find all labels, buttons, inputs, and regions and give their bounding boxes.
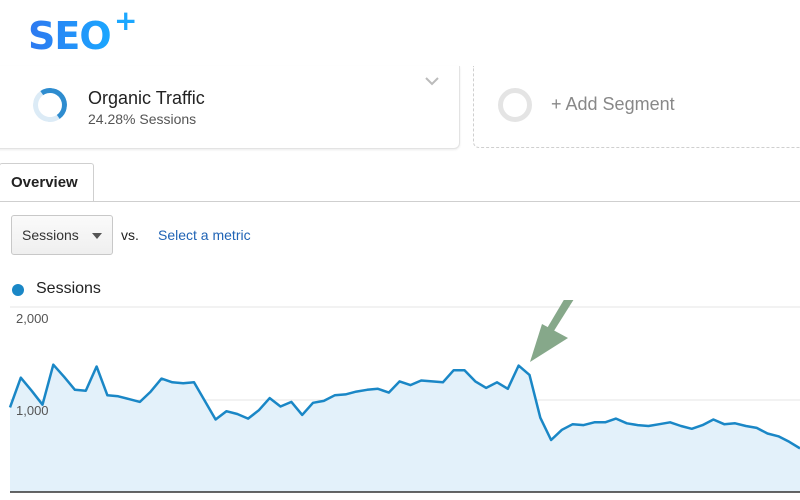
data-point-64[interactable]: [700, 422, 706, 428]
data-point-72[interactable]: [786, 439, 792, 445]
data-point-70[interactable]: [765, 431, 771, 437]
ytick-2000: 2,000: [16, 311, 49, 326]
data-point-32[interactable]: [353, 389, 359, 395]
data-point-65[interactable]: [710, 417, 716, 423]
data-point-11[interactable]: [126, 396, 132, 402]
data-point-58[interactable]: [635, 422, 641, 428]
data-point-59[interactable]: [646, 423, 652, 429]
data-point-46[interactable]: [505, 386, 511, 392]
data-point-55[interactable]: [602, 419, 608, 425]
segment-ring-icon: [30, 85, 70, 125]
segment-card-organic-traffic[interactable]: Organic Traffic 24.28% Sessions: [0, 66, 460, 149]
segment-placeholder-ring-icon: [498, 88, 532, 122]
data-point-41[interactable]: [451, 367, 457, 373]
add-segment-label: + Add Segment: [551, 94, 675, 114]
tab-divider: [0, 201, 800, 202]
caret-down-icon: [92, 233, 102, 239]
data-point-54[interactable]: [591, 419, 597, 425]
data-point-24[interactable]: [267, 395, 273, 401]
data-point-60[interactable]: [656, 421, 662, 427]
select-metric-link[interactable]: Select a metric: [158, 227, 251, 243]
data-point-6[interactable]: [72, 387, 78, 393]
data-point-5[interactable]: [61, 374, 67, 380]
data-point-10[interactable]: [115, 393, 121, 399]
data-point-53[interactable]: [581, 422, 587, 428]
data-point-23[interactable]: [256, 407, 262, 413]
sessions-chart[interactable]: 2,000 1,000: [0, 300, 800, 500]
data-point-22[interactable]: [245, 416, 251, 422]
logo-plus: +: [114, 4, 138, 37]
seo-plus-logo: SEO +: [28, 4, 137, 58]
data-point-30[interactable]: [332, 392, 338, 398]
metric-select-label: Sessions: [22, 227, 79, 243]
data-point-63[interactable]: [689, 426, 695, 432]
data-point-45[interactable]: [494, 379, 500, 385]
data-point-67[interactable]: [732, 420, 738, 426]
data-point-31[interactable]: [343, 391, 349, 397]
data-point-62[interactable]: [678, 423, 684, 429]
data-point-26[interactable]: [288, 399, 294, 405]
data-point-7[interactable]: [83, 388, 89, 394]
segment-title: Organic Traffic: [88, 88, 205, 108]
data-point-16[interactable]: [180, 380, 186, 386]
data-point-68[interactable]: [743, 423, 749, 429]
data-point-71[interactable]: [775, 433, 781, 439]
tab-overview-label: Overview: [11, 174, 78, 191]
data-point-34[interactable]: [375, 386, 381, 392]
data-point-13[interactable]: [148, 389, 154, 395]
data-point-49[interactable]: [537, 415, 543, 421]
data-point-51[interactable]: [559, 427, 565, 433]
logo-text: SEO: [28, 14, 112, 58]
data-point-18[interactable]: [202, 398, 208, 404]
data-point-61[interactable]: [667, 419, 673, 425]
data-point-47[interactable]: [516, 363, 522, 369]
data-point-42[interactable]: [462, 367, 468, 373]
data-point-9[interactable]: [104, 392, 110, 398]
annotation-arrow: [530, 300, 574, 362]
data-point-35[interactable]: [386, 390, 392, 396]
data-point-27[interactable]: [299, 412, 305, 418]
legend-label: Sessions: [36, 280, 101, 297]
vs-label: vs.: [121, 227, 139, 243]
data-point-19[interactable]: [213, 417, 219, 423]
data-point-37[interactable]: [407, 382, 413, 388]
data-point-0[interactable]: [7, 404, 13, 410]
data-point-4[interactable]: [50, 362, 56, 368]
data-point-36[interactable]: [397, 378, 403, 384]
data-point-1[interactable]: [18, 375, 24, 381]
data-point-38[interactable]: [418, 378, 424, 384]
data-point-25[interactable]: [278, 404, 284, 410]
data-point-8[interactable]: [94, 364, 100, 370]
data-point-2[interactable]: [29, 388, 35, 394]
data-point-56[interactable]: [613, 416, 619, 422]
data-point-44[interactable]: [483, 385, 489, 391]
add-segment-button[interactable]: + Add Segment: [473, 66, 800, 148]
tab-overview[interactable]: Overview: [0, 163, 94, 201]
data-point-52[interactable]: [570, 421, 576, 427]
data-point-15[interactable]: [169, 379, 175, 385]
data-point-14[interactable]: [159, 376, 165, 382]
legend-dot: [12, 284, 24, 296]
data-point-39[interactable]: [429, 378, 435, 384]
data-point-69[interactable]: [754, 425, 760, 431]
data-point-57[interactable]: [624, 420, 630, 426]
data-point-20[interactable]: [223, 408, 229, 414]
data-point-28[interactable]: [310, 400, 316, 406]
data-point-29[interactable]: [321, 398, 327, 404]
chevron-down-icon[interactable]: [425, 74, 439, 88]
data-point-48[interactable]: [527, 372, 533, 378]
data-point-33[interactable]: [364, 387, 370, 393]
data-point-12[interactable]: [137, 399, 143, 405]
data-point-40[interactable]: [440, 379, 446, 385]
data-point-17[interactable]: [191, 379, 197, 385]
data-point-66[interactable]: [721, 421, 727, 427]
segment-subtitle: 24.28% Sessions: [88, 111, 197, 127]
data-point-3[interactable]: [40, 402, 46, 408]
data-point-43[interactable]: [472, 378, 478, 384]
data-point-21[interactable]: [234, 411, 240, 417]
metric-select[interactable]: Sessions: [11, 215, 113, 255]
data-point-50[interactable]: [548, 437, 554, 443]
